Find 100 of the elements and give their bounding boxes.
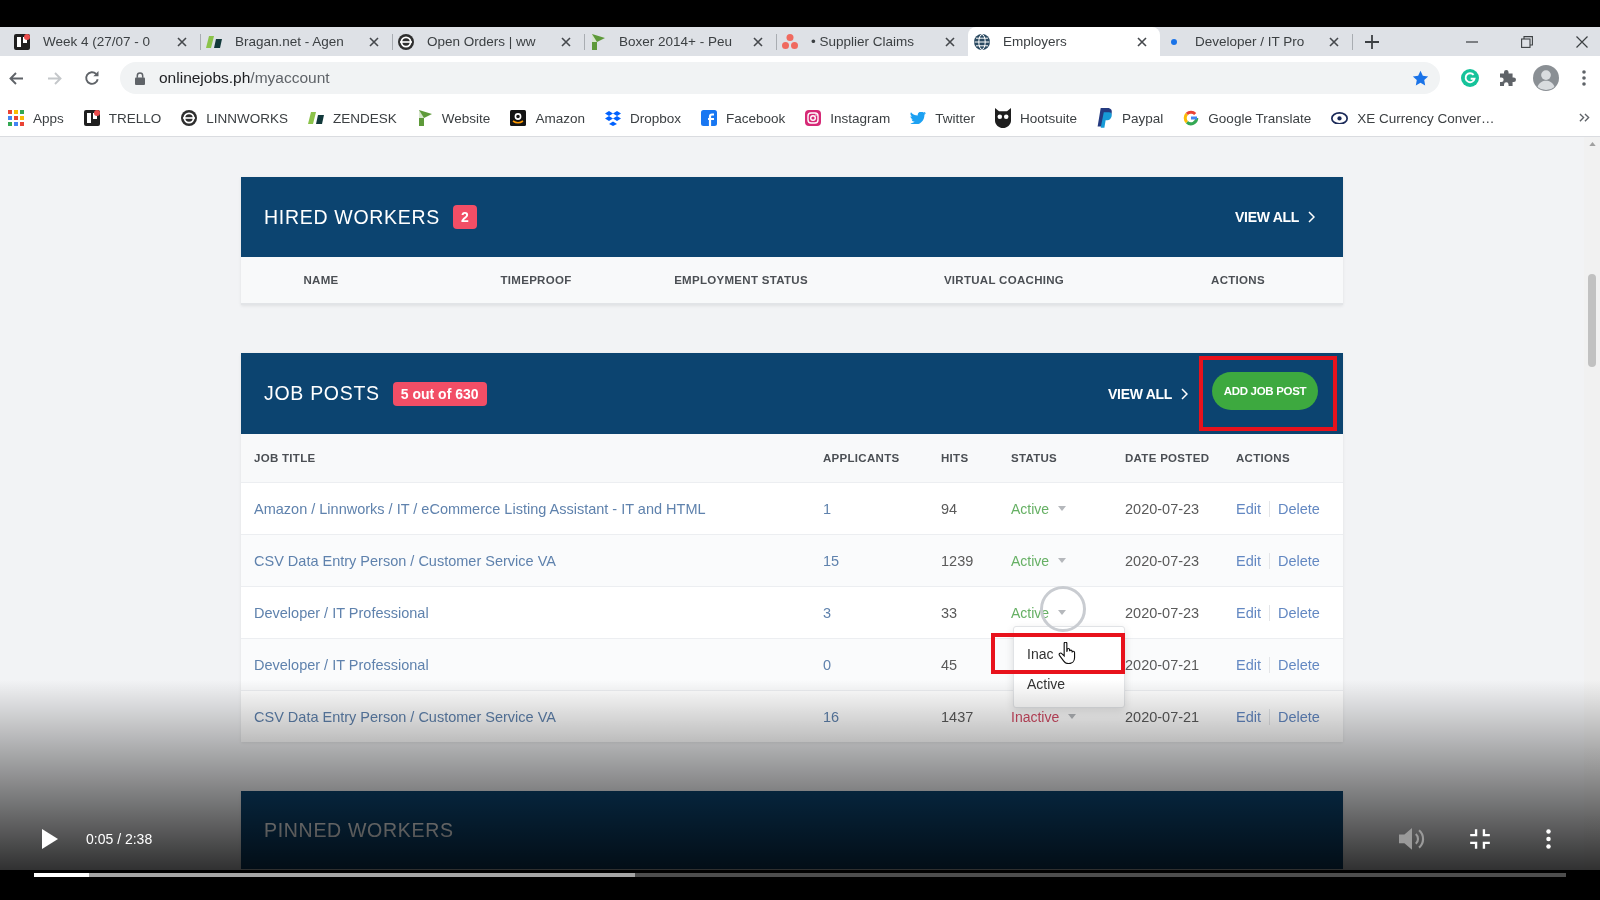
delete-link[interactable]: Delete	[1278, 604, 1320, 621]
bookmark-link[interactable]: Paypal	[1097, 108, 1164, 128]
date-posted: 2020-07-21	[1125, 708, 1200, 725]
caret-down-icon	[1068, 714, 1077, 719]
volume-icon[interactable]	[1399, 827, 1425, 851]
view-all-link[interactable]: VIEW ALL	[1108, 385, 1188, 402]
applicants-link[interactable]: 16	[823, 708, 840, 725]
close-icon[interactable]	[945, 36, 955, 47]
hits-count: 1239	[941, 552, 974, 569]
close-icon[interactable]	[561, 36, 571, 47]
smile-tile-icon	[510, 110, 527, 126]
edit-link[interactable]: Edit	[1236, 500, 1261, 517]
date-posted: 2020-07-23	[1125, 500, 1200, 517]
column-header: APPLICANTS	[823, 452, 900, 464]
bookmark-link[interactable]: Hootsuite	[995, 108, 1078, 128]
close-icon[interactable]	[177, 36, 187, 47]
more-icon[interactable]	[1582, 70, 1586, 86]
hits-count: 1437	[941, 708, 974, 725]
caret-down-icon	[1058, 506, 1067, 511]
applicants-link[interactable]: 15	[823, 552, 840, 569]
bookmark-link[interactable]: Twitter	[910, 110, 976, 126]
bookmark-link[interactable]: Google Translate	[1183, 110, 1312, 126]
progress-track[interactable]	[34, 873, 1566, 877]
puzzle-icon[interactable]	[1500, 70, 1516, 86]
close-icon[interactable]	[369, 36, 379, 47]
column-header: ACTIONS	[1211, 274, 1265, 286]
hand-cursor-icon	[1058, 642, 1076, 664]
plus-icon[interactable]	[1365, 34, 1379, 49]
hits-count: 94	[941, 500, 958, 517]
double-chevron-icon[interactable]	[1579, 113, 1590, 123]
bookmark-link[interactable]: ZENDESK	[308, 110, 397, 126]
bookmark-link[interactable]: Amazon	[510, 110, 585, 126]
flag-icon	[590, 33, 606, 50]
bookmark-link[interactable]: LINNWORKS	[181, 110, 289, 126]
bookmark-link[interactable]: Website	[416, 110, 491, 126]
owl-icon	[995, 108, 1012, 128]
applicants-link[interactable]: 1	[823, 500, 832, 517]
status-dropdown[interactable]: Inactive	[1011, 708, 1077, 725]
hits-count: 45	[941, 656, 958, 673]
count-badge: 5 out of 630	[392, 381, 487, 406]
avatar-icon[interactable]	[1533, 65, 1559, 91]
menu-option[interactable]: Inac	[991, 633, 1125, 674]
star-icon[interactable]	[1412, 69, 1429, 87]
browser-tab[interactable]: Week 4 (27/07 - 0	[8, 27, 200, 56]
more-icon[interactable]	[1546, 829, 1551, 849]
reload-icon[interactable]	[84, 70, 100, 86]
applicants-link[interactable]: 3	[823, 604, 832, 621]
tile-icon	[83, 110, 100, 126]
edit-link[interactable]: Edit	[1236, 708, 1261, 725]
restore-icon[interactable]	[1521, 35, 1533, 48]
caret-down-icon	[1058, 558, 1067, 563]
panel-title: PINNED WORKERS	[264, 818, 454, 842]
back-arrow-icon[interactable]	[8, 71, 24, 85]
caret-down-icon	[1058, 610, 1067, 615]
parallelogram-icon	[308, 110, 325, 126]
browser-tab[interactable]: Bragan.net - Agen	[200, 27, 392, 56]
delete-link[interactable]: Delete	[1278, 500, 1320, 517]
loading-dot-icon	[1171, 38, 1177, 45]
address-bar[interactable]: onlinejobs.ph/myaccount	[120, 62, 1440, 94]
menu-option[interactable]: Active	[1014, 674, 1124, 694]
job-title-link[interactable]: Amazon / Linnworks / IT / eCommerce Listing Assistant - IT and HTML	[254, 500, 706, 517]
play-icon[interactable]	[42, 829, 58, 849]
close-icon[interactable]	[753, 36, 763, 47]
job-title-link[interactable]: Developer / IT Professional	[254, 604, 429, 621]
hits-count: 33	[941, 604, 958, 621]
edit-link[interactable]: Edit	[1236, 604, 1261, 621]
bookmark-link[interactable]: Apps	[8, 110, 64, 126]
lock-icon	[135, 71, 145, 85]
column-header: ACTIONS	[1236, 452, 1290, 464]
applicants-link[interactable]: 0	[823, 656, 832, 673]
exit-fullscreen-icon[interactable]	[1469, 828, 1491, 850]
delete-link[interactable]: Delete	[1278, 552, 1320, 569]
bookmark-link[interactable]: Facebook	[700, 110, 786, 126]
column-header: NAME	[303, 274, 339, 286]
ring-logo-icon	[1183, 110, 1200, 126]
video-time: 0:05 / 2:38	[86, 831, 153, 847]
browser-tab[interactable]: Developer / IT Pro	[1160, 27, 1352, 56]
browser-tab[interactable]: Employers	[968, 27, 1160, 56]
bookmark-link[interactable]: Dropbox	[604, 110, 681, 126]
minimize-icon[interactable]	[1466, 40, 1478, 43]
diamonds-icon	[604, 110, 621, 126]
bookmark-link[interactable]: TRELLO	[83, 110, 162, 126]
browser-tab[interactable]: • Supplier Claims	[776, 27, 968, 56]
job-title-link[interactable]: Developer / IT Professional	[254, 656, 429, 673]
delete-link[interactable]: Delete	[1278, 656, 1320, 673]
browser-tab[interactable]: Open Orders | ww	[392, 27, 584, 56]
flag-icon	[416, 110, 433, 126]
browser-tab[interactable]: Boxer 2014+ - Peu	[584, 27, 776, 56]
bookmark-link[interactable]: Instagram	[805, 110, 891, 126]
job-title-link[interactable]: CSV Data Entry Person / Customer Service VA	[254, 552, 556, 569]
view-all-link[interactable]: VIEW ALL	[1235, 209, 1315, 225]
column-header: TIMEPROOF	[500, 274, 572, 286]
date-posted: 2020-07-23	[1125, 552, 1200, 569]
bookmark-link[interactable]: XE Currency Conver…	[1331, 110, 1495, 126]
close-icon[interactable]	[1137, 36, 1147, 47]
close-icon[interactable]	[1576, 35, 1588, 48]
column-header: JOB TITLE	[254, 452, 316, 464]
close-icon[interactable]	[1329, 36, 1339, 47]
scrollbar-thumb[interactable]	[1588, 274, 1596, 368]
job-title-link[interactable]: CSV Data Entry Person / Customer Service VA	[254, 708, 556, 725]
